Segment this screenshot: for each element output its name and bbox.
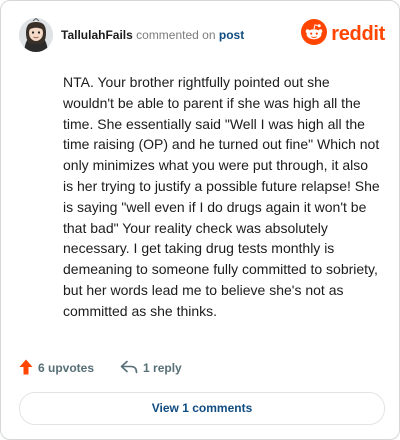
- comment-action-text: commented on: [136, 28, 216, 42]
- comment-card: TallulahFails commented on post reddit N…: [0, 0, 400, 440]
- comment-actions: 6 upvotes 1 reply: [19, 358, 182, 378]
- avatar-image: [19, 18, 53, 52]
- upvotes-count: 6 upvotes: [38, 361, 95, 375]
- reply-arrow-icon: [120, 360, 138, 377]
- view-comments-button[interactable]: View 1 comments: [19, 392, 385, 425]
- reply-count: 1 reply: [143, 361, 182, 375]
- comment-body: NTA. Your brother rightfully pointed out…: [63, 74, 380, 319]
- reddit-logo[interactable]: reddit: [301, 19, 385, 50]
- reddit-snoo-icon: [301, 19, 328, 50]
- upvote-arrow-icon: [19, 359, 33, 378]
- reddit-wordmark: reddit: [331, 23, 385, 45]
- post-link[interactable]: post: [219, 28, 244, 42]
- comment-header: TallulahFails commented on post reddit: [19, 15, 385, 55]
- avatar[interactable]: [19, 18, 53, 52]
- author-name[interactable]: TallulahFails: [61, 28, 133, 42]
- reply-button[interactable]: 1 reply: [120, 360, 182, 377]
- upvote-button[interactable]: 6 upvotes: [19, 359, 94, 378]
- comment-meta: TallulahFails commented on post: [61, 27, 244, 43]
